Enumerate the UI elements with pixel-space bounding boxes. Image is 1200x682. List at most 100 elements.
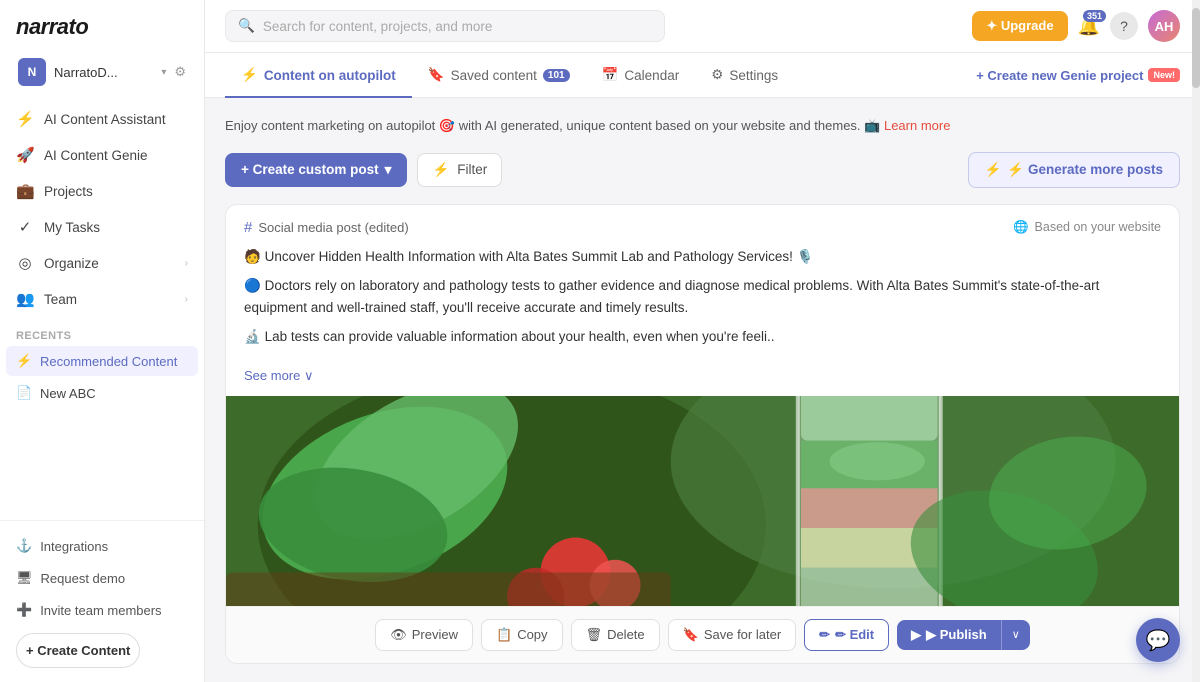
preview-button[interactable]: 👁 Preview [375, 619, 473, 651]
generate-more-posts-button[interactable]: ⚡ ⚡ Generate more posts [968, 152, 1180, 188]
sidebar-item-new-abc[interactable]: 📄 New ABC [6, 378, 198, 408]
sidebar-item-request-demo[interactable]: 🖥 Request demo [6, 563, 198, 593]
edit-button[interactable]: ✏ ✏ Edit [804, 619, 889, 651]
tab-content-on-autopilot[interactable]: ⚡ Content on autopilot [225, 54, 412, 98]
globe-icon: 🌐 [1013, 220, 1029, 235]
save-for-later-button[interactable]: 🔖 Save for later [668, 619, 797, 651]
post-type: # Social media post (edited) [244, 219, 409, 236]
organize-icon: ◎ [16, 254, 34, 272]
briefcase-icon: 💼 [16, 182, 34, 200]
sidebar-item-ai-content-genie[interactable]: 🚀 AI Content Genie [6, 138, 198, 172]
autopilot-banner: Enjoy content marketing on autopilot 🎯 w… [225, 116, 1180, 136]
tab-saved-content[interactable]: 🔖 Saved content 101 [412, 54, 586, 98]
publish-button[interactable]: ▶ ▶ Publish [897, 620, 1001, 650]
filter-button[interactable]: ⚡ Filter [417, 153, 502, 187]
topbar: 🔍 Search for content, projects, and more… [205, 0, 1200, 53]
check-icon: ✓ [16, 218, 34, 236]
tab-settings[interactable]: ⚙ Settings [695, 54, 794, 98]
tabs-bar: ⚡ Content on autopilot 🔖 Saved content 1… [205, 53, 1200, 98]
sidebar-item-recommended-content[interactable]: ⚡ Recommended Content [6, 346, 198, 376]
rocket-icon: 🚀 [16, 146, 34, 164]
post-line-3: 🔬 Lab tests can provide valuable informa… [244, 326, 1161, 348]
post-image-svg [226, 396, 1179, 606]
chevron-down-icon: ▾ [385, 162, 392, 178]
sidebar-item-invite-team-members[interactable]: ➕ Invite team members [6, 595, 198, 625]
scrollbar-track [1192, 0, 1200, 682]
bookmark-icon: 🔖 [683, 627, 699, 643]
person-icon: 🧑 [244, 249, 261, 264]
chevron-down-icon: ▾ [161, 67, 166, 78]
blue-circle-icon: 🔵 [244, 278, 261, 293]
sidebar-logo-area: narrato [0, 0, 204, 50]
create-content-button[interactable]: + Create Content [16, 633, 140, 668]
tabs: ⚡ Content on autopilot 🔖 Saved content 1… [225, 53, 794, 97]
user-avatar[interactable]: AH [1148, 10, 1180, 42]
create-custom-post-button[interactable]: + Create custom post ▾ [225, 153, 407, 187]
see-more-button[interactable]: See more ∨ [226, 368, 1179, 396]
post-image [226, 396, 1179, 606]
play-icon: ▶ [911, 627, 921, 643]
sidebar-bottom: ⚓ Integrations 🖥 Request demo ➕ Invite t… [0, 520, 204, 682]
scrollbar-thumb[interactable] [1192, 8, 1200, 88]
lightning-icon: ⚡ [16, 353, 32, 369]
search-icon: 🔍 [238, 18, 255, 34]
create-genie-button[interactable]: + Create new Genie project New! [976, 68, 1180, 83]
help-icon: ? [1120, 18, 1128, 34]
sidebar-nav: ⚡ AI Content Assistant 🚀 AI Content Geni… [0, 94, 204, 520]
sidebar-item-integrations[interactable]: ⚓ Integrations [6, 531, 198, 561]
hashtag-icon: # [244, 219, 252, 236]
account-switcher[interactable]: N NarratoD... ▾ ⚙ [6, 50, 198, 94]
sidebar-item-label: AI Content Genie [44, 148, 148, 163]
actions-left: + Create custom post ▾ ⚡ Filter [225, 153, 502, 187]
lightning-icon: ⚡ [241, 67, 258, 83]
help-button[interactable]: ? [1110, 12, 1138, 40]
sidebar-item-label: AI Content Assistant [44, 112, 166, 127]
chevron-right-icon: › [185, 294, 188, 305]
upgrade-button[interactable]: ✦ Upgrade [972, 11, 1067, 41]
sidebar-item-organize[interactable]: ◎ Organize › [6, 246, 198, 280]
learn-more-link[interactable]: Learn more [884, 118, 950, 133]
team-icon: 👥 [16, 290, 34, 308]
edit-icon: ✏ [819, 627, 830, 643]
sidebar-item-my-tasks[interactable]: ✓ My Tasks [6, 210, 198, 244]
search-box[interactable]: 🔍 Search for content, projects, and more [225, 10, 665, 42]
sidebar-item-ai-content-assistant[interactable]: ⚡ AI Content Assistant [6, 102, 198, 136]
topbar-right: ✦ Upgrade 🔔 351 ? AH [972, 10, 1180, 42]
sidebar-item-team[interactable]: 👥 Team › [6, 282, 198, 316]
actions-row: + Create custom post ▾ ⚡ Filter ⚡ ⚡ Gene… [225, 152, 1180, 188]
post-card-header: # Social media post (edited) 🌐 Based on … [226, 205, 1179, 246]
post-image-inner [226, 396, 1179, 606]
publish-dropdown-button[interactable]: ∨ [1001, 620, 1030, 650]
app-logo: narrato [16, 14, 88, 40]
sidebar-item-projects[interactable]: 💼 Projects [6, 174, 198, 208]
anchor-icon: ⚓ [16, 538, 32, 554]
sidebar-item-label: Integrations [40, 539, 108, 554]
sidebar-item-label: Projects [44, 184, 93, 199]
add-user-icon: ➕ [16, 602, 32, 618]
lightning-icon: ⚡ [985, 162, 1002, 178]
copy-button[interactable]: 📋 Copy [481, 619, 563, 651]
sidebar-item-label: Request demo [41, 571, 126, 586]
chat-icon: 💬 [1146, 628, 1171, 653]
post-actions: 👁 Preview 📋 Copy 🗑 Delete 🔖 Save for lat… [226, 606, 1179, 663]
lightning-icon: ⚡ [16, 110, 34, 128]
filter-icon: ⚡ [432, 162, 449, 178]
sidebar-item-label: Team [44, 292, 77, 307]
account-name: NarratoD... [54, 65, 153, 80]
chat-button[interactable]: 💬 [1136, 618, 1180, 662]
avatar: N [18, 58, 46, 86]
eye-icon: 👁 [390, 627, 407, 643]
main-area: 🔍 Search for content, projects, and more… [205, 0, 1200, 682]
sidebar-item-label: Invite team members [40, 603, 161, 618]
sidebar: narrato N NarratoD... ▾ ⚙ ⚡ AI Content A… [0, 0, 205, 682]
copy-icon: 📋 [496, 627, 512, 643]
gear-icon[interactable]: ⚙ [174, 64, 186, 80]
sidebar-item-label: My Tasks [44, 220, 100, 235]
trash-icon: 🗑 [586, 627, 603, 643]
tab-calendar[interactable]: 📅 Calendar [586, 54, 696, 98]
new-badge: New! [1148, 68, 1180, 82]
post-body: 🧑 Uncover Hidden Health Information with… [226, 246, 1179, 368]
post-line-2: 🔵 Doctors rely on laboratory and patholo… [244, 275, 1161, 318]
delete-button[interactable]: 🗑 Delete [571, 619, 660, 651]
notifications-button[interactable]: 🔔 351 [1078, 16, 1100, 37]
